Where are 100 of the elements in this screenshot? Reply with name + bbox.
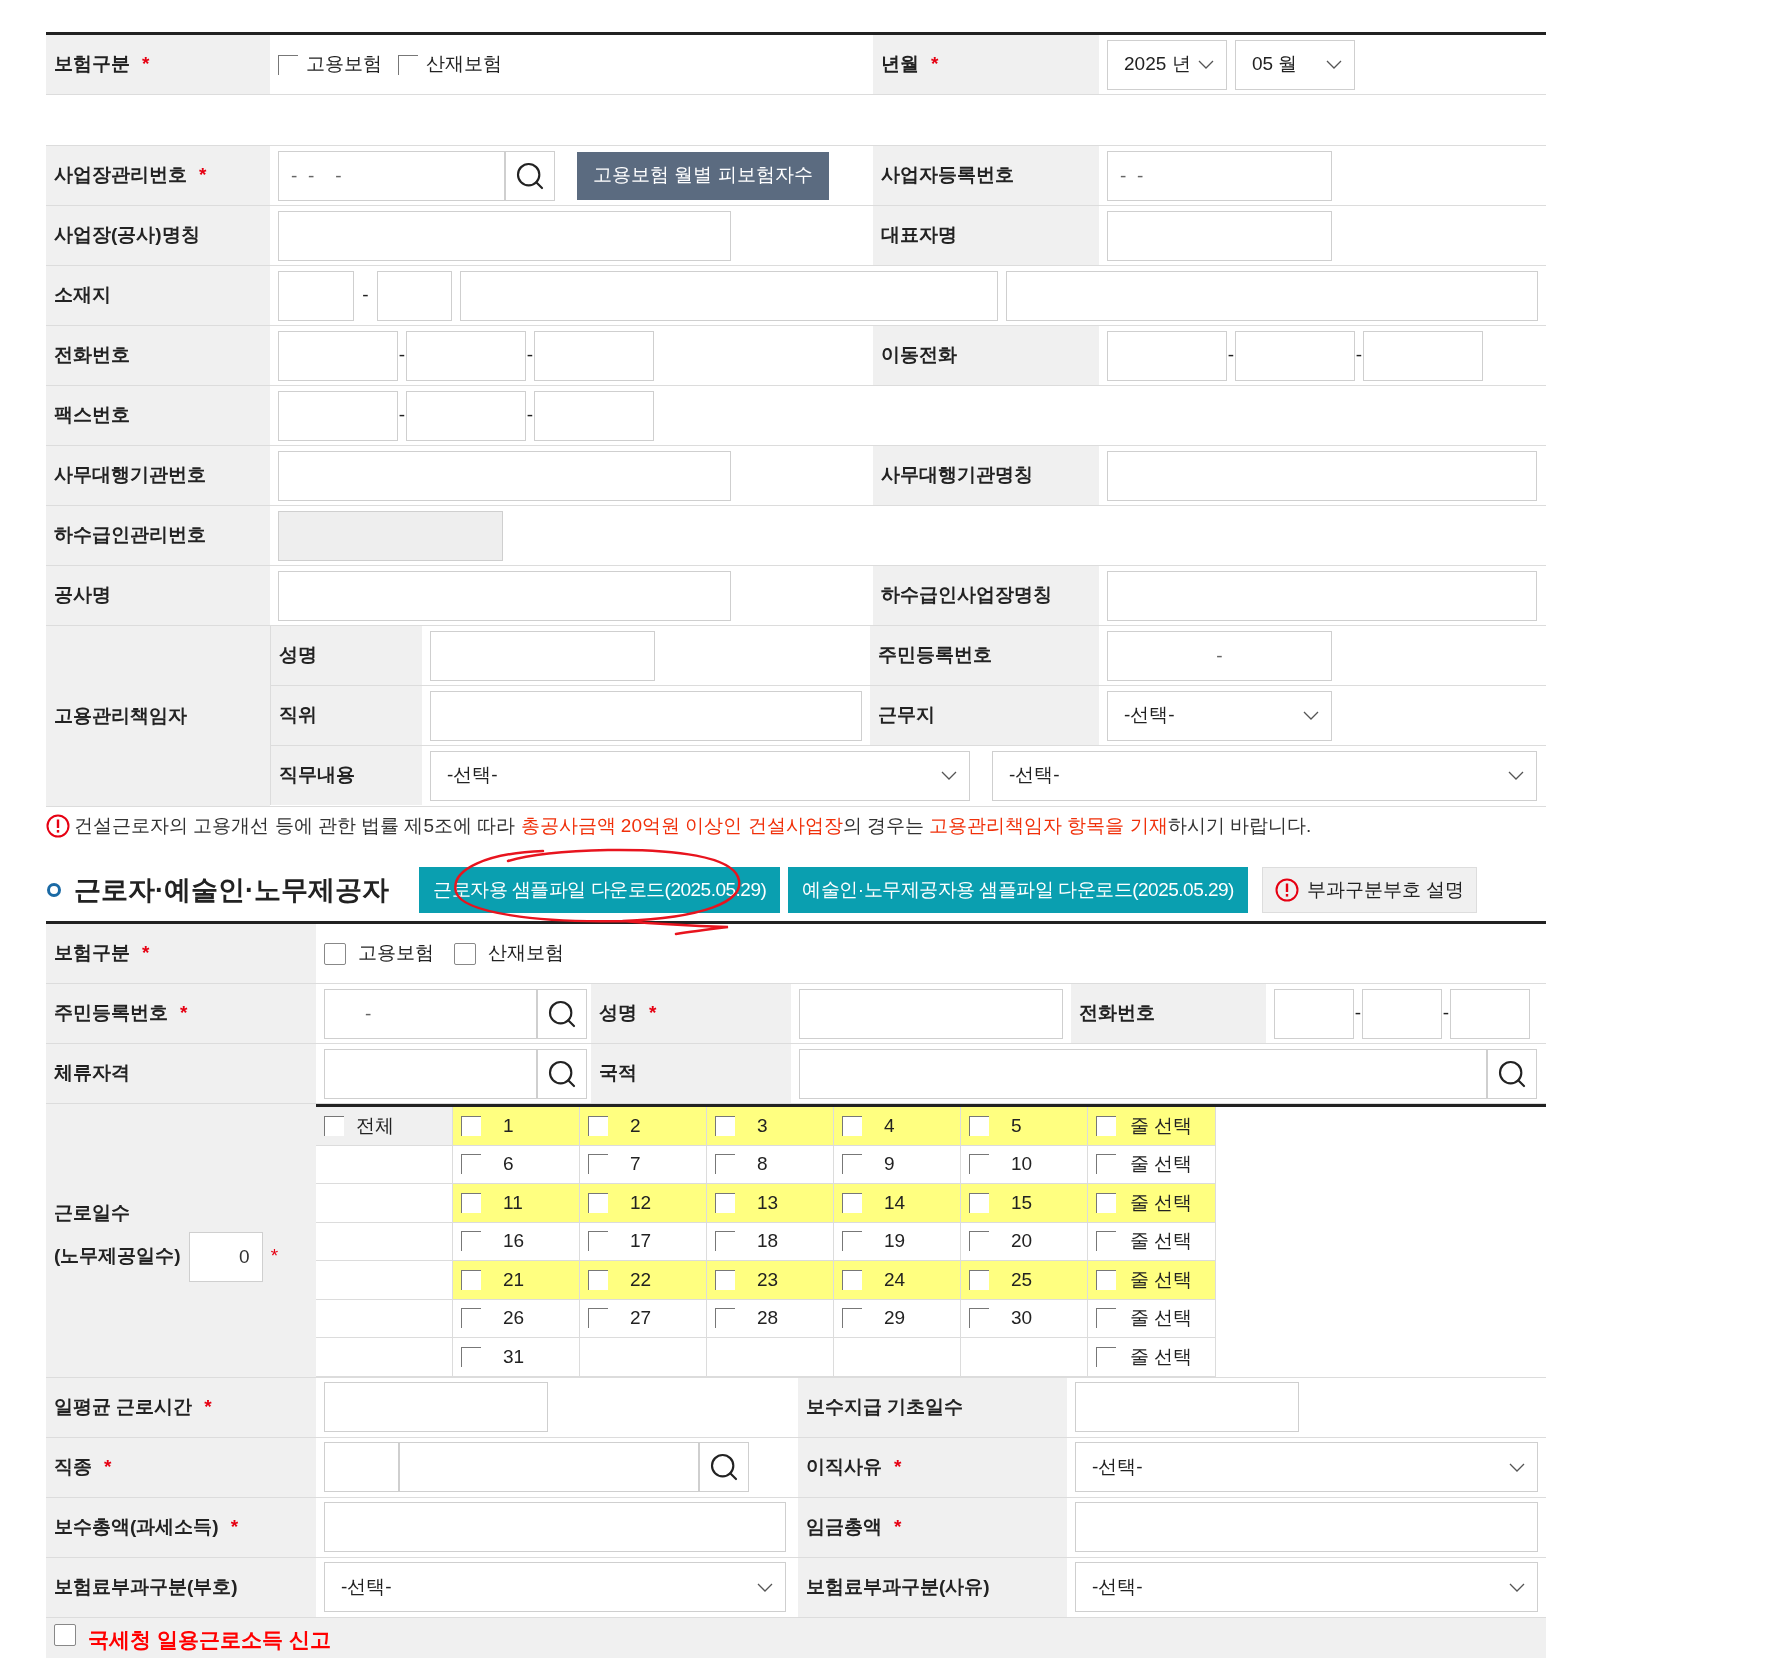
select-field[interactable]: -선택- (1075, 1562, 1538, 1612)
text-field[interactable]: - (1107, 630, 1332, 681)
checkbox[interactable] (324, 1115, 344, 1136)
checkbox[interactable] (1096, 1154, 1116, 1175)
checkbox[interactable] (588, 1154, 608, 1175)
text-field[interactable] (1107, 210, 1332, 261)
checkbox[interactable] (842, 1269, 862, 1290)
insured-count-button[interactable]: 고용보험 월별 피보험자수 (577, 151, 829, 200)
text-field[interactable] (278, 210, 731, 261)
text-field[interactable] (324, 1048, 537, 1099)
text-field[interactable] (278, 330, 398, 381)
select-field[interactable]: 2025 년 (1107, 39, 1227, 90)
text-field[interactable] (460, 270, 998, 321)
text-field[interactable] (278, 390, 398, 441)
checkbox[interactable] (1096, 1231, 1116, 1252)
text-field[interactable] (406, 390, 526, 441)
checkbox[interactable] (1096, 1308, 1116, 1329)
checkbox[interactable] (715, 1269, 735, 1290)
text-field[interactable] (799, 988, 1063, 1039)
select-field[interactable]: -선택- (430, 750, 970, 801)
checkbox[interactable] (1096, 1346, 1116, 1367)
checkbox[interactable] (842, 1154, 862, 1175)
text-field[interactable] (278, 270, 354, 321)
checkbox[interactable] (461, 1192, 481, 1213)
text-field[interactable] (1235, 330, 1355, 381)
checkbox[interactable] (715, 1192, 735, 1213)
text-field[interactable]: - - - (278, 150, 505, 201)
checkbox[interactable] (842, 1115, 862, 1136)
select-field[interactable]: -선택- (1075, 1442, 1538, 1492)
text-field[interactable] (278, 570, 731, 621)
text-field[interactable] (324, 1382, 548, 1432)
text-field[interactable] (1075, 1382, 1299, 1432)
select-field[interactable]: -선택- (324, 1562, 786, 1612)
text-field[interactable] (1075, 1502, 1538, 1552)
text-field[interactable]: 0 (188, 1231, 263, 1282)
search-button[interactable] (1487, 1048, 1537, 1099)
checkbox[interactable] (461, 1346, 481, 1367)
checkbox[interactable] (454, 942, 476, 965)
checkbox[interactable] (969, 1269, 989, 1290)
alert-icon (1274, 878, 1299, 902)
text-field[interactable] (534, 330, 654, 381)
checkbox[interactable] (588, 1308, 608, 1329)
text-field[interactable] (1362, 988, 1442, 1039)
checkbox[interactable] (969, 1115, 989, 1136)
checkbox[interactable] (324, 942, 346, 965)
checkbox[interactable] (398, 54, 418, 75)
text-field[interactable] (1107, 330, 1227, 381)
text-field[interactable] (1274, 988, 1354, 1039)
text-field[interactable]: - - (1107, 150, 1332, 201)
checkbox[interactable] (1096, 1269, 1116, 1290)
checkbox[interactable] (842, 1231, 862, 1252)
help-button[interactable]: 부과구분부호 설명 (1261, 867, 1478, 913)
checkbox[interactable] (278, 54, 298, 75)
search-button[interactable] (537, 1048, 587, 1099)
checkbox[interactable] (969, 1154, 989, 1175)
checkbox[interactable] (715, 1231, 735, 1252)
select-field[interactable]: -선택- (1107, 690, 1332, 741)
checkbox[interactable] (588, 1115, 608, 1136)
select-field[interactable]: -선택- (992, 750, 1537, 801)
text-field[interactable] (799, 1048, 1487, 1099)
checkbox[interactable] (461, 1308, 481, 1329)
checkbox[interactable] (461, 1231, 481, 1252)
checkbox[interactable] (969, 1308, 989, 1329)
checkbox[interactable] (588, 1231, 608, 1252)
checkbox[interactable] (588, 1192, 608, 1213)
text-field[interactable] (324, 1502, 786, 1552)
checkbox[interactable] (461, 1154, 481, 1175)
text-field[interactable] (430, 690, 862, 741)
checkbox[interactable] (842, 1308, 862, 1329)
text-field[interactable] (534, 390, 654, 441)
checkbox[interactable] (969, 1231, 989, 1252)
checkbox[interactable] (588, 1269, 608, 1290)
text-field[interactable] (1006, 270, 1538, 321)
select-field[interactable]: 05 월 (1235, 39, 1355, 90)
search-button[interactable] (505, 150, 555, 201)
search-button[interactable] (537, 988, 587, 1039)
separator-text: - (362, 283, 369, 308)
checkbox[interactable] (461, 1269, 481, 1290)
text-field[interactable] (1107, 570, 1537, 621)
checkbox[interactable] (842, 1192, 862, 1213)
text-field[interactable] (1450, 988, 1530, 1039)
checkbox[interactable] (54, 1623, 76, 1646)
checkbox[interactable] (969, 1192, 989, 1213)
checkbox[interactable] (715, 1308, 735, 1329)
checkbox[interactable] (715, 1154, 735, 1175)
search-button[interactable] (699, 1442, 749, 1492)
text-field[interactable] (324, 1442, 399, 1492)
text-field[interactable] (430, 630, 655, 681)
text-field[interactable] (1363, 330, 1483, 381)
text-field[interactable] (1107, 450, 1537, 501)
checkbox[interactable] (715, 1115, 735, 1136)
day-label: 6 (503, 1152, 514, 1176)
text-field[interactable] (278, 450, 731, 501)
text-field[interactable] (406, 330, 526, 381)
checkbox[interactable] (1096, 1115, 1116, 1136)
text-field[interactable] (377, 270, 452, 321)
text-field[interactable]: - (324, 988, 537, 1039)
checkbox[interactable] (1096, 1192, 1116, 1213)
text-field[interactable] (399, 1442, 699, 1492)
checkbox[interactable] (461, 1115, 481, 1136)
